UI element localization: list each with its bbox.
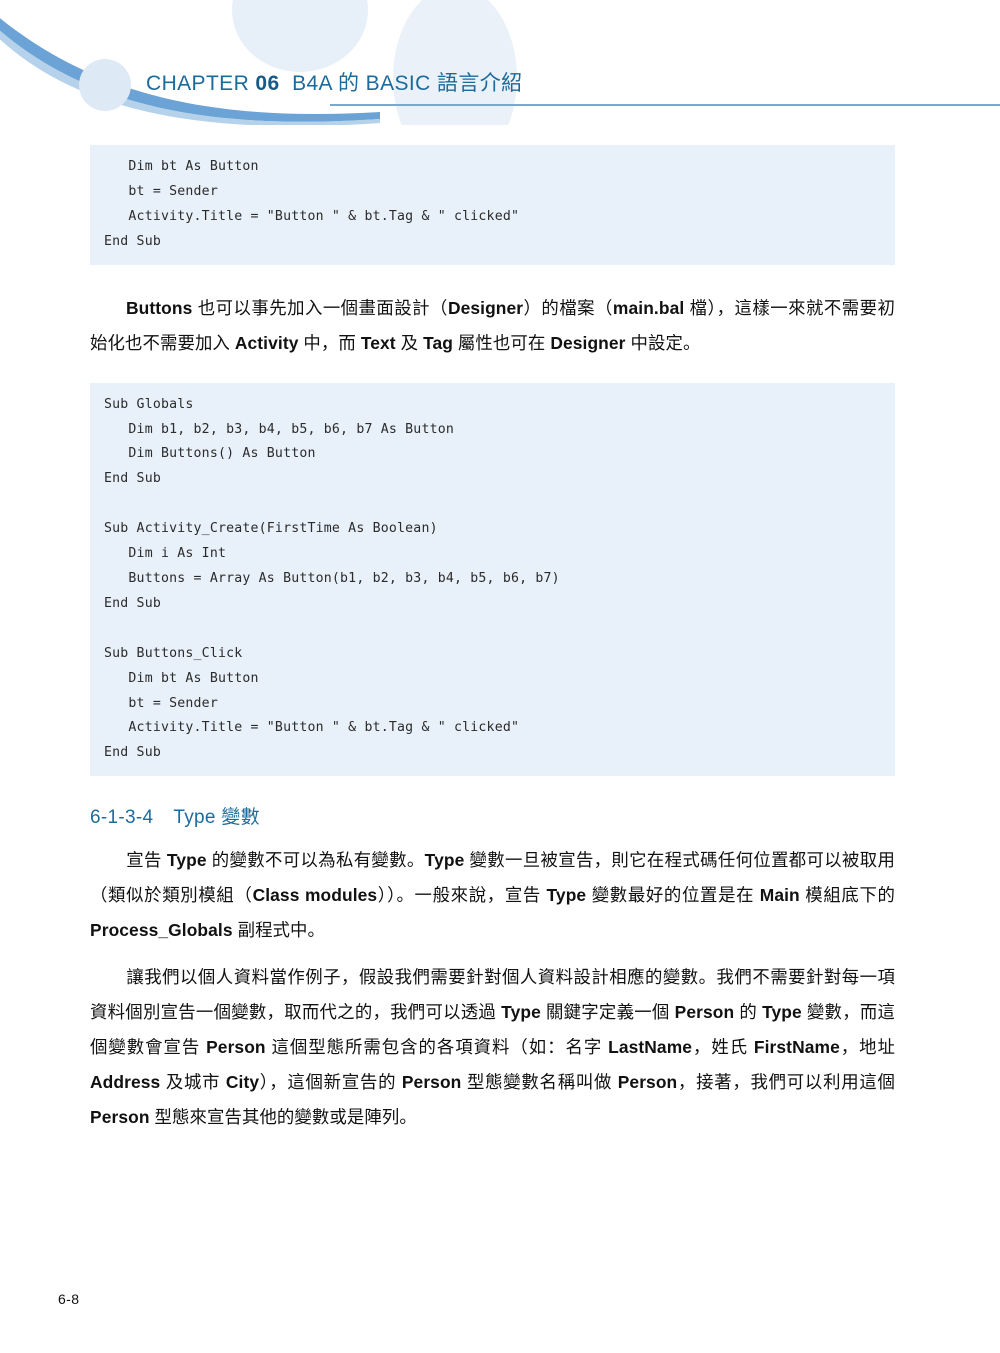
emphasis-term: Process_Globals — [90, 920, 233, 941]
chapter-label: CHAPTER — [146, 72, 250, 95]
code-line: bt = Sender — [104, 183, 218, 199]
text-run: 中設定。 — [625, 332, 701, 353]
emphasis-term: Text — [360, 332, 396, 353]
code-line: Sub Buttons_Click — [104, 645, 243, 661]
text-run: 也可以事先加入一個畫面設計（ — [192, 297, 448, 318]
code-line: Dim bt As Button — [104, 159, 259, 174]
emphasis-term: Activity — [234, 332, 299, 353]
paragraph-type-scope: 宣告 Type 的變數不可以為私有變數。Type 變數一旦被宣告，則它在程式碼任… — [90, 843, 895, 948]
code-line: bt = Sender — [104, 695, 218, 711]
section-number: 6-1-3-4 — [90, 807, 154, 829]
text-run: 型態變數名稱叫做 — [461, 1072, 618, 1093]
page-content: Dim bt As Button bt = Sender Activity.Ti… — [0, 125, 1000, 1135]
text-run: ，姓氏 — [692, 1037, 754, 1058]
paragraph-person-example: 讓我們以個人資料當作例子，假設我們需要針對個人資料設計相應的變數。我們不需要針對… — [90, 960, 895, 1135]
text-run: 屬性也可在 — [453, 332, 551, 353]
code-line: Buttons = Array As Button(b1, b2, b3, b4… — [104, 570, 560, 586]
emphasis-term: main.bal — [612, 297, 685, 318]
emphasis-term: Type — [762, 1002, 802, 1023]
code-line: End Sub — [104, 595, 161, 611]
code-line: Activity.Title = "Button " & bt.Tag & " … — [104, 720, 520, 736]
emphasis-term: Person — [401, 1072, 462, 1093]
chapter-number: 06 — [255, 72, 280, 95]
text-run: 變數最好的位置是在 — [586, 885, 760, 906]
emphasis-term: Type — [501, 1002, 541, 1023]
code-block-button-click-handler: Dim bt As Button bt = Sender Activity.Ti… — [90, 145, 895, 265]
decorative-circle-tall — [393, 0, 517, 125]
text-run: 這個型態所需包含的各項資料（如：名字 — [265, 1037, 609, 1058]
text-run: ，接著，我們可以利用這個 — [677, 1072, 895, 1093]
paragraph-buttons-designer: Buttons 也可以事先加入一個畫面設計（Designer）的檔案（main.… — [90, 291, 895, 361]
text-run: ））。一般來說，宣告 — [377, 885, 547, 906]
emphasis-term: Type — [424, 850, 465, 871]
emphasis-term: Class modules — [252, 885, 378, 906]
code-line: End Sub — [104, 233, 161, 249]
code-line: Dim b1, b2, b3, b4, b5, b6, b7 As Button — [104, 421, 455, 437]
text-run: 及城市 — [160, 1072, 226, 1093]
code-line: Sub Globals — [104, 396, 194, 412]
text-run: ，地址 — [839, 1037, 895, 1058]
text-run: 型態來宣告其他的變數或是陣列。 — [149, 1107, 417, 1128]
emphasis-term: LastName — [608, 1037, 693, 1058]
text-run: 宣告 — [126, 850, 167, 871]
emphasis-term: Designer — [447, 297, 524, 318]
emphasis-term: Buttons — [126, 297, 193, 318]
text-run: 及 — [395, 332, 424, 353]
code-line: Dim bt As Button — [104, 670, 259, 686]
code-line: Dim i As Int — [104, 546, 227, 562]
chapter-title: B4A 的 BASIC 語言介紹 — [292, 72, 523, 95]
emphasis-term: Type — [546, 885, 587, 906]
code-line: End Sub — [104, 745, 161, 761]
text-run: ）的檔案（ — [523, 297, 613, 318]
emphasis-term: Person — [90, 1107, 150, 1128]
emphasis-term: Tag — [423, 332, 453, 353]
emphasis-term: City — [225, 1072, 260, 1093]
page-header: CHAPTER 06 B4A 的 BASIC 語言介紹 — [0, 0, 1000, 125]
emphasis-term: Address — [90, 1072, 161, 1093]
emphasis-term: FirstName — [753, 1037, 840, 1058]
text-run: ），這個新宣告的 — [259, 1072, 402, 1093]
text-run: 的變數不可以為私有變數。 — [206, 850, 425, 871]
code-line: Dim Buttons() As Button — [104, 446, 316, 462]
emphasis-term: Person — [674, 1002, 735, 1023]
emphasis-term: Person — [206, 1037, 266, 1058]
text-run: 關鍵字定義一個 — [540, 1002, 675, 1023]
code-line: Sub Activity_Create(FirstTime As Boolean… — [104, 521, 438, 537]
code-line: Activity.Title = "Button " & bt.Tag & " … — [104, 208, 520, 224]
header-decoration-graphic — [0, 0, 517, 125]
section-title: Type 變數 — [173, 807, 260, 829]
text-run: 副程式中。 — [232, 920, 326, 941]
header-divider-rule — [330, 104, 1000, 106]
page-number: 6-8 — [58, 1291, 80, 1307]
text-run: 模組底下的 — [799, 885, 896, 906]
emphasis-term: Type — [166, 850, 207, 871]
emphasis-term: Designer — [550, 332, 626, 353]
emphasis-term: Main — [759, 885, 800, 906]
text-run: 中，而 — [298, 332, 361, 353]
decorative-circle-small — [79, 59, 131, 111]
code-line: End Sub — [104, 471, 161, 487]
emphasis-term: Person — [617, 1072, 678, 1093]
section-heading-type-variable: 6-1-3-4 Type 變數 — [90, 802, 1000, 829]
decorative-circle-large — [232, 0, 368, 72]
code-block-buttons-array: Sub Globals Dim b1, b2, b3, b4, b5, b6, … — [90, 382, 895, 777]
text-run: 的 — [734, 1002, 763, 1023]
chapter-heading: CHAPTER 06 B4A 的 BASIC 語言介紹 — [146, 67, 523, 97]
